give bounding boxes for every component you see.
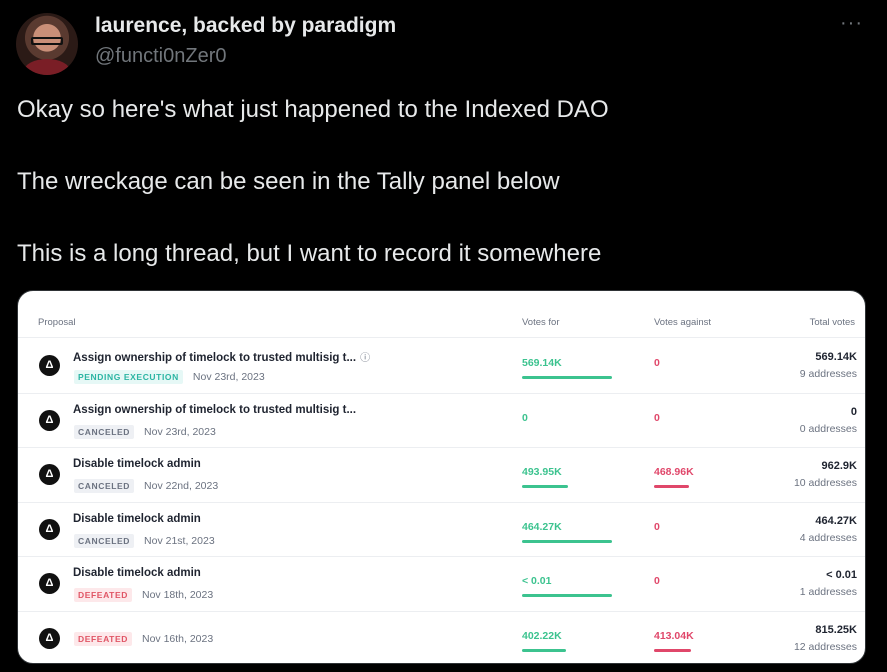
proposal-date: Nov 18th, 2023 bbox=[141, 589, 214, 601]
tally-panel-image[interactable]: Proposal Votes for Votes against Total v… bbox=[17, 290, 866, 664]
total-addresses: 1 addresses bbox=[799, 586, 857, 598]
total-votes-value: 464.27K bbox=[815, 515, 857, 527]
more-options-icon[interactable]: ··· bbox=[840, 12, 863, 35]
proposal-meta: CANCELED Nov 22nd, 2023 bbox=[74, 479, 218, 493]
proposal-meta: CANCELED Nov 23rd, 2023 bbox=[74, 425, 216, 439]
votes-for-value: 402.22K bbox=[522, 630, 562, 642]
votes-for-bar bbox=[522, 376, 612, 379]
total-votes-value: 962.9K bbox=[821, 460, 857, 472]
proposal-date: Nov 23rd, 2023 bbox=[192, 371, 265, 383]
tweet-text-line-1: Okay so here's what just happened to the… bbox=[17, 96, 609, 123]
proposal-meta: DEFEATED Nov 16th, 2023 bbox=[74, 632, 213, 646]
proposal-title[interactable]: Assign ownership of timelock to trusted … bbox=[73, 349, 370, 364]
proposal-row[interactable]: Δ Disable timelock admin CANCELED Nov 21st,… bbox=[18, 503, 865, 557]
votes-for-bar bbox=[522, 485, 568, 488]
proposal-title-text: Disable timelock admin bbox=[73, 567, 201, 579]
proposal-title[interactable]: Disable timelock admin bbox=[73, 513, 201, 525]
proposal-date: Nov 16th, 2023 bbox=[141, 633, 214, 645]
tweet-text-line-2: The wreckage can be seen in the Tally pa… bbox=[17, 168, 560, 195]
status-badge: PENDING EXECUTION bbox=[74, 370, 183, 384]
votes-for-value: < 0.01 bbox=[522, 575, 552, 587]
status-badge: DEFEATED bbox=[74, 588, 132, 602]
proposal-row[interactable]: Δ DEFEATED Nov 16th, 2023 402.22K 413.04K 815… bbox=[18, 612, 865, 663]
author-handle[interactable]: @functi0nZer0 bbox=[95, 45, 226, 68]
info-icon[interactable]: ⓘ bbox=[360, 353, 370, 364]
votes-for-bar bbox=[522, 594, 612, 597]
votes-for-bar bbox=[522, 649, 566, 652]
indexed-logo-icon: Δ bbox=[39, 573, 60, 594]
proposal-row[interactable]: Δ Disable timelock admin DEFEATED Nov 18th,… bbox=[18, 557, 865, 612]
header-votes-for: Votes for bbox=[522, 317, 560, 328]
proposal-title-text: Assign ownership of timelock to trusted … bbox=[73, 404, 357, 416]
status-badge: CANCELED bbox=[74, 479, 135, 493]
votes-against-bar bbox=[654, 485, 689, 488]
status-badge: DEFEATED bbox=[74, 632, 132, 646]
tweet-text-line-3: This is a long thread, but I want to rec… bbox=[17, 240, 602, 267]
votes-for-bar bbox=[522, 540, 612, 543]
total-addresses: 0 addresses bbox=[799, 423, 857, 435]
proposal-date: Nov 23rd, 2023 bbox=[144, 426, 216, 438]
votes-against-value: 413.04K bbox=[654, 630, 694, 642]
header-total-votes: Total votes bbox=[809, 317, 855, 328]
votes-against-value: 468.96K bbox=[654, 466, 694, 478]
votes-for-value: 493.95K bbox=[522, 466, 562, 478]
votes-for-value: 0 bbox=[522, 412, 528, 424]
status-badge: CANCELED bbox=[74, 425, 135, 439]
votes-against-value: 0 bbox=[654, 521, 660, 533]
author-name[interactable]: laurence, backed by paradigm bbox=[95, 14, 396, 38]
total-addresses: 10 addresses bbox=[793, 477, 857, 489]
status-badge: CANCELED bbox=[74, 534, 135, 548]
total-addresses: 4 addresses bbox=[799, 532, 857, 544]
total-votes-value: 0 bbox=[850, 406, 857, 418]
proposal-title-text: Disable timelock admin bbox=[73, 458, 201, 470]
proposal-title[interactable]: Assign ownership of timelock to trusted … bbox=[73, 404, 356, 416]
avatar-glasses bbox=[31, 37, 63, 45]
header-proposal: Proposal bbox=[38, 317, 76, 328]
indexed-logo-icon: Δ bbox=[39, 464, 60, 485]
proposal-meta: CANCELED Nov 21st, 2023 bbox=[74, 534, 215, 548]
indexed-logo-icon: Δ bbox=[39, 410, 60, 431]
total-votes-value: 815.25K bbox=[815, 624, 857, 636]
votes-for-value: 464.27K bbox=[522, 521, 562, 533]
proposal-meta: DEFEATED Nov 18th, 2023 bbox=[74, 588, 213, 602]
votes-for-value: 569.14K bbox=[522, 357, 562, 369]
proposal-title[interactable]: Disable timelock admin bbox=[73, 567, 201, 579]
proposal-meta: PENDING EXECUTION Nov 23rd, 2023 bbox=[74, 370, 265, 384]
total-votes-value: 569.14K bbox=[815, 351, 857, 363]
total-addresses: 12 addresses bbox=[793, 641, 857, 653]
proposal-title[interactable]: Disable timelock admin bbox=[73, 458, 201, 470]
indexed-logo-icon: Δ bbox=[39, 519, 60, 540]
votes-against-value: 0 bbox=[654, 357, 660, 369]
header-votes-against: Votes against bbox=[654, 317, 712, 328]
votes-against-value: 0 bbox=[654, 575, 660, 587]
avatar-shirt bbox=[24, 59, 70, 75]
header-divider bbox=[18, 337, 865, 338]
author-avatar[interactable] bbox=[16, 13, 78, 75]
proposal-title-text: Disable timelock admin bbox=[73, 513, 201, 525]
proposal-date: Nov 21st, 2023 bbox=[144, 535, 215, 547]
votes-against-value: 0 bbox=[654, 412, 660, 424]
votes-against-bar bbox=[654, 649, 691, 652]
total-votes-value: < 0.01 bbox=[826, 569, 857, 581]
proposal-row[interactable]: Δ Assign ownership of timelock to trusted… bbox=[18, 339, 865, 394]
indexed-logo-icon: Δ bbox=[39, 628, 60, 649]
indexed-logo-icon: Δ bbox=[39, 355, 60, 376]
proposal-row[interactable]: Δ Assign ownership of timelock to trusted… bbox=[18, 394, 865, 448]
proposal-title-text: Assign ownership of timelock to trusted … bbox=[73, 352, 357, 364]
proposal-row[interactable]: Δ Disable timelock admin CANCELED Nov 22nd,… bbox=[18, 448, 865, 503]
proposal-date: Nov 22nd, 2023 bbox=[144, 480, 219, 492]
total-addresses: 9 addresses bbox=[799, 368, 857, 380]
